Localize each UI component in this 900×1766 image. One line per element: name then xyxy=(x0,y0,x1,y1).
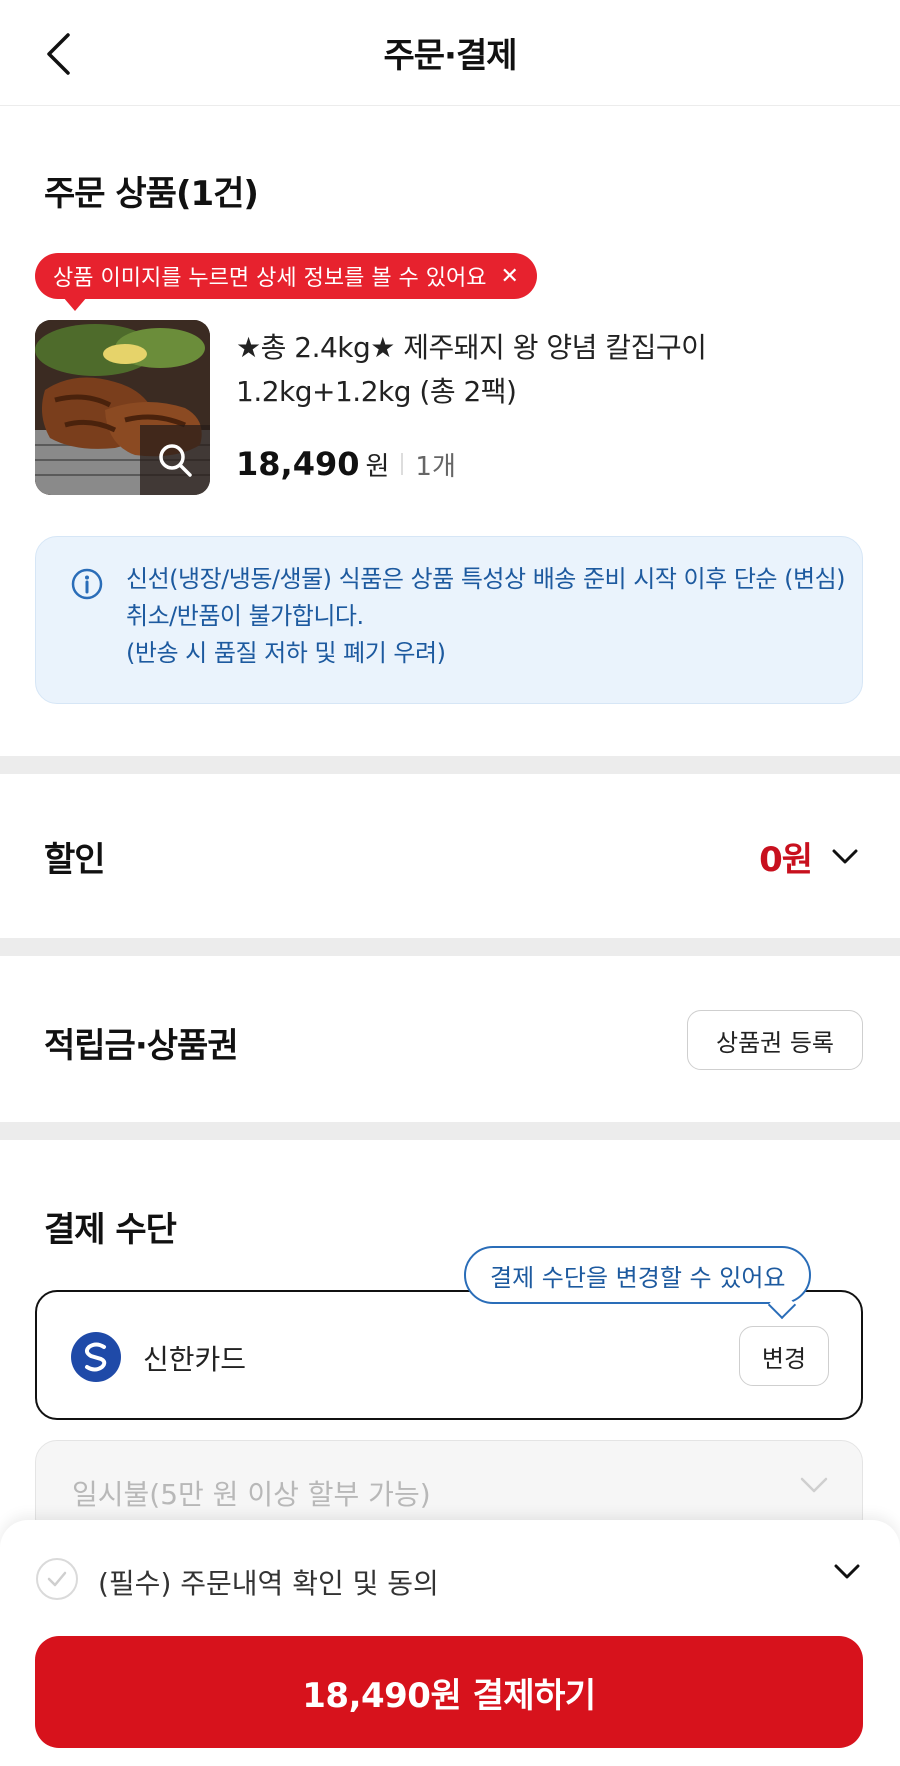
price-unit: 원 xyxy=(365,452,390,482)
product-quantity: 1개 xyxy=(415,452,456,482)
order-items-title: 주문 상품(1건) xyxy=(44,174,259,214)
image-hint-text: 상품 이미지를 누르면 상세 정보를 볼 수 있어요 xyxy=(53,266,487,291)
change-payment-button[interactable]: 변경 xyxy=(739,1326,829,1386)
notice-line: (반송 시 품질 저하 및 폐기 우려) xyxy=(126,639,446,667)
discount-toggle[interactable]: 0원 xyxy=(759,832,858,881)
shinhan-card-logo xyxy=(71,1332,121,1382)
image-hint-tooltip: 상품 이미지를 누르면 상세 정보를 볼 수 있어요 ✕ xyxy=(35,253,537,311)
bottom-payment-bar: (필수) 주문내역 확인 및 동의 18,490원 결제하기 xyxy=(0,1520,900,1766)
check-icon xyxy=(47,1571,67,1587)
close-icon[interactable]: ✕ xyxy=(501,264,519,289)
shinhan-logo-icon xyxy=(84,1342,107,1372)
payment-method-card[interactable]: 신한카드 변경 xyxy=(35,1290,863,1420)
divider xyxy=(401,453,404,475)
product-image[interactable] xyxy=(35,320,210,495)
search-icon xyxy=(159,444,192,477)
notice-text: 신선(냉장/냉동/생물) 식품은 상품 특성상 배송 준비 시작 이후 단순 (… xyxy=(126,561,846,672)
chevron-down-icon xyxy=(832,849,858,863)
header: 주문·결제 xyxy=(0,0,900,106)
fresh-food-notice: 신선(냉장/냉동/생물) 식품은 상품 특성상 배송 준비 시작 이후 단순 (… xyxy=(35,536,863,704)
section-divider xyxy=(0,1122,900,1140)
chevron-down-icon[interactable] xyxy=(834,1564,860,1580)
payment-change-tooltip: 결제 수단을 변경할 수 있어요 xyxy=(464,1246,812,1304)
discount-label: 할인 xyxy=(44,840,106,880)
price-row: 18,490 원 1개 xyxy=(236,445,456,483)
section-divider xyxy=(0,938,900,956)
zoom-button[interactable] xyxy=(140,425,210,495)
pay-button[interactable]: 18,490원 결제하기 xyxy=(35,1636,863,1748)
agree-text[interactable]: (필수) 주문내역 확인 및 동의 xyxy=(98,1562,439,1602)
chevron-down-icon xyxy=(800,1477,828,1493)
payment-title: 결제 수단 xyxy=(44,1210,177,1250)
points-label: 적립금·상품권 xyxy=(44,1026,239,1066)
register-voucher-button[interactable]: 상품권 등록 xyxy=(687,1010,863,1070)
info-icon xyxy=(71,568,103,600)
installment-value: 일시불(5만 원 이상 할부 가능) xyxy=(72,1478,431,1511)
page-title: 주문·결제 xyxy=(383,36,517,76)
section-divider xyxy=(0,756,900,774)
notice-line: 신선(냉장/냉동/생물) 식품은 상품 특성상 배송 준비 시작 이후 단순 (… xyxy=(126,565,846,630)
product-price: 18,490 xyxy=(236,445,360,483)
discount-amount: 0원 xyxy=(759,840,813,880)
agree-checkbox[interactable] xyxy=(36,1558,78,1600)
card-name: 신한카드 xyxy=(143,1343,247,1376)
product-name[interactable]: ★총 2.4kg★ 제주돼지 왕 양념 칼집구이 1.2kg+1.2kg (총 … xyxy=(236,326,856,414)
